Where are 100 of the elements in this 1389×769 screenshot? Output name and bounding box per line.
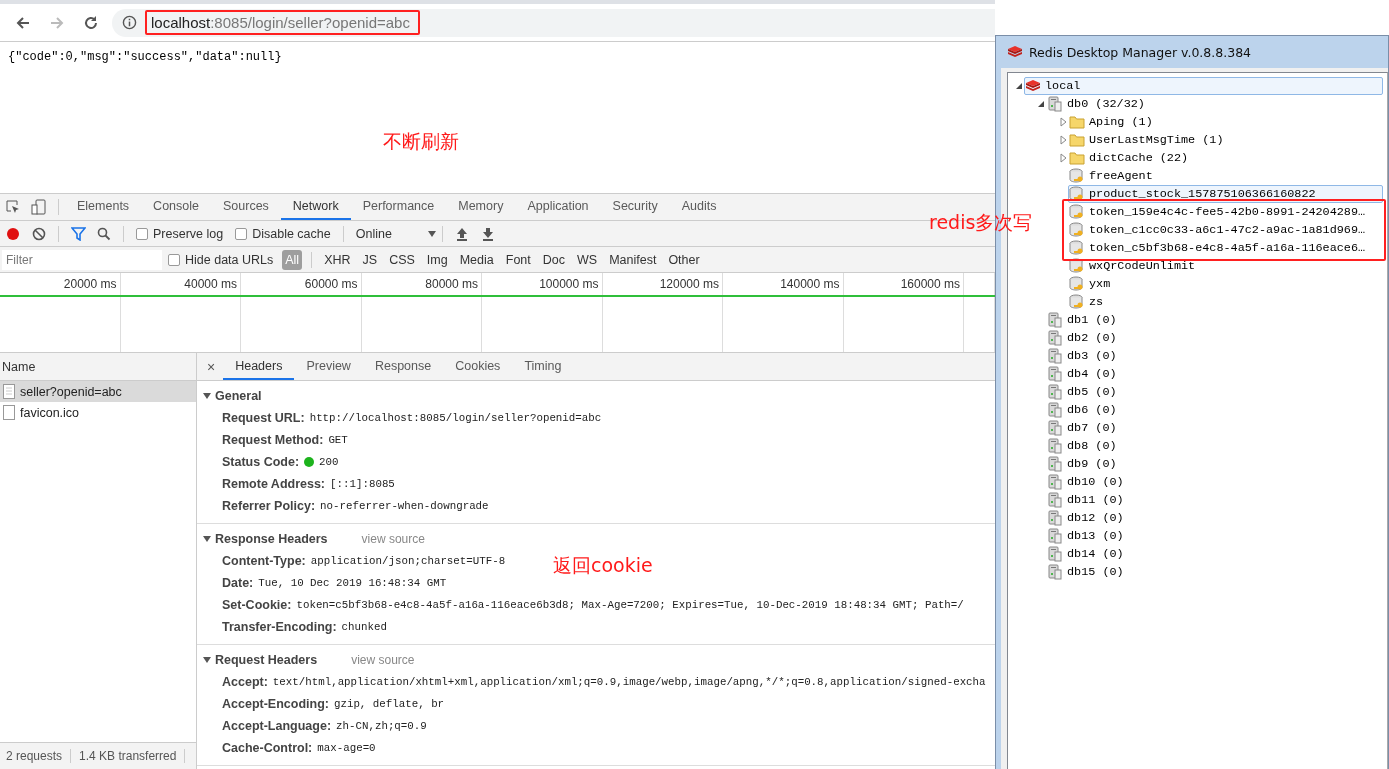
tree-item[interactable]: db15 (0): [1046, 563, 1383, 581]
caret-icon: [427, 230, 436, 237]
database-key-icon: [1069, 204, 1085, 220]
filter-field[interactable]: Filter: [2, 249, 162, 270]
tree-item[interactable]: token_c5bf3b68-e4c8-4a5f-a16a-116eace6…: [1068, 239, 1383, 257]
time-tick-label: 40000 ms: [184, 277, 237, 291]
devtools-tab[interactable]: Elements: [65, 194, 142, 220]
tree-item[interactable]: db2 (0): [1046, 329, 1383, 347]
tree-item[interactable]: Aping (1): [1068, 113, 1383, 131]
collapse-triangle-icon[interactable]: [203, 392, 211, 400]
tree-item[interactable]: db5 (0): [1046, 383, 1383, 401]
type-filter-button[interactable]: CSS: [386, 249, 418, 270]
server-icon: [1047, 546, 1063, 562]
tree-item[interactable]: dictCache (22): [1068, 149, 1383, 167]
type-filter-button[interactable]: Img: [423, 249, 451, 270]
tree-item[interactable]: db14 (0): [1046, 545, 1383, 563]
devtools-tab[interactable]: Application: [515, 194, 601, 220]
time-tick-label: 140000 ms: [780, 277, 840, 291]
tree-item[interactable]: db11 (0): [1046, 491, 1383, 509]
devtools-tab[interactable]: Sources: [211, 194, 281, 220]
database-key-icon: [1069, 276, 1085, 292]
tree-item[interactable]: db9 (0): [1046, 455, 1383, 473]
request-row[interactable]: favicon.ico: [0, 402, 196, 423]
tree-item[interactable]: db8 (0): [1046, 437, 1383, 455]
type-filter-button[interactable]: Doc: [539, 249, 568, 270]
tree-item[interactable]: freeAgent: [1068, 167, 1383, 185]
tree-item[interactable]: db10 (0): [1046, 473, 1383, 491]
detail-tab[interactable]: Headers: [223, 353, 295, 380]
option-checkbox[interactable]: Hide data URLs: [168, 252, 274, 267]
close-button[interactable]: ×: [199, 358, 224, 375]
tree-item[interactable]: db3 (0): [1046, 347, 1383, 365]
header-value: zh-CN,zh;q=0.9: [336, 720, 427, 732]
folder-icon: [1069, 150, 1085, 166]
tree-item[interactable]: db7 (0): [1046, 419, 1383, 437]
view-source-link[interactable]: view source: [351, 653, 415, 667]
collapse-arrow-icon[interactable]: [1036, 99, 1046, 109]
devtools-tab[interactable]: Audits: [669, 194, 729, 220]
header-name: Cache-Control:: [222, 741, 313, 755]
header-value: token=c5bf3b68-e4c8-4a5f-a16a-116eace6b3d8; Max-Age=7200; Expires=Tue, 10-Dec-2019 18:48:34 GMT; Path=/: [296, 599, 964, 611]
type-filter-button[interactable]: Font: [502, 249, 534, 270]
collapse-triangle-icon[interactable]: [203, 535, 211, 543]
tree-item[interactable]: zs: [1068, 293, 1383, 311]
detail-tab[interactable]: Preview: [294, 353, 363, 380]
status-dot-icon: [304, 457, 315, 467]
expand-arrow-icon[interactable]: [1058, 117, 1068, 127]
server-icon: [1047, 384, 1063, 400]
tree-item[interactable]: db1 (0): [1046, 311, 1383, 329]
header-name: Request Method:: [222, 433, 324, 447]
view-source-link[interactable]: view source: [361, 532, 425, 546]
folder-icon: [1069, 114, 1085, 130]
redis-logo-icon: [1025, 78, 1041, 94]
devtools-tab[interactable]: Console: [141, 194, 211, 220]
expand-arrow-icon[interactable]: [1058, 153, 1068, 163]
tree-item[interactable]: wxQrCodeUnlimit: [1068, 257, 1383, 275]
server-icon: [1047, 312, 1063, 328]
option-checkbox[interactable]: Disable cache: [235, 226, 331, 241]
tree-item[interactable]: db12 (0): [1046, 509, 1383, 527]
header-value: [::1]:8085: [330, 478, 395, 490]
time-tick-label: 20000 ms: [63, 277, 117, 291]
tree-item[interactable]: token_c1cc0c33-a6c1-47c2-a9ac-1a81d969…: [1068, 221, 1383, 239]
header-value: application/json;charset=UTF-8: [310, 555, 506, 567]
throttling-dropdown[interactable]: Online: [355, 226, 436, 241]
header-name: Accept-Encoding:: [222, 697, 329, 711]
header-name: Set-Cookie:: [222, 598, 292, 612]
info-icon[interactable]: [122, 15, 137, 30]
time-tick-label: 120000 ms: [659, 277, 719, 291]
collapse-arrow-icon[interactable]: [1014, 81, 1024, 91]
address-bar[interactable]: localhost:8085/login/seller?openid=abc: [112, 8, 995, 37]
database-key-icon: [1069, 294, 1085, 310]
tree-item[interactable]: db0 (32/32): [1046, 95, 1383, 113]
database-key-icon: [1069, 222, 1085, 238]
type-filter-button[interactable]: XHR: [321, 249, 354, 270]
type-filter-button[interactable]: Media: [456, 249, 497, 270]
tree-item[interactable]: db4 (0): [1046, 365, 1383, 383]
collapse-triangle-icon[interactable]: [203, 656, 211, 664]
tree-item[interactable]: db6 (0): [1046, 401, 1383, 419]
request-row[interactable]: seller?openid=abc: [0, 381, 196, 402]
tree-item[interactable]: local: [1024, 77, 1383, 95]
header-name: Date:: [222, 576, 254, 590]
expand-arrow-icon[interactable]: [1058, 135, 1068, 145]
detail-tab[interactable]: Response: [362, 353, 444, 380]
tree-item[interactable]: token_159e4c4c-fee5-42b0-8991-24204289…: [1068, 203, 1383, 221]
server-icon: [1047, 420, 1063, 436]
type-filter-button[interactable]: JS: [359, 249, 381, 270]
url-text: localhost:8085/login/seller?openid=abc: [151, 14, 410, 31]
detail-tab[interactable]: Timing: [512, 353, 574, 380]
header-name: Request URL:: [222, 411, 305, 425]
tree-item[interactable]: UserLastMsgTime (1): [1068, 131, 1383, 149]
header-name: Remote Address:: [222, 477, 326, 491]
type-filter-button[interactable]: WS: [574, 249, 601, 270]
option-checkbox[interactable]: Preserve log: [136, 226, 224, 241]
detail-tab[interactable]: Cookies: [443, 353, 513, 380]
devtools-tab[interactable]: Security: [600, 194, 670, 220]
window-title: Redis Desktop Manager v.0.8.8.384: [1029, 44, 1252, 60]
devtools-tab[interactable]: Memory: [446, 194, 516, 220]
type-filter-button[interactable]: Other: [665, 249, 703, 270]
type-filter-button[interactable]: Manifest: [606, 249, 660, 270]
tree-item[interactable]: yxm: [1068, 275, 1383, 293]
devtools-tab[interactable]: Performance: [350, 194, 447, 220]
tree-item[interactable]: db13 (0): [1046, 527, 1383, 545]
